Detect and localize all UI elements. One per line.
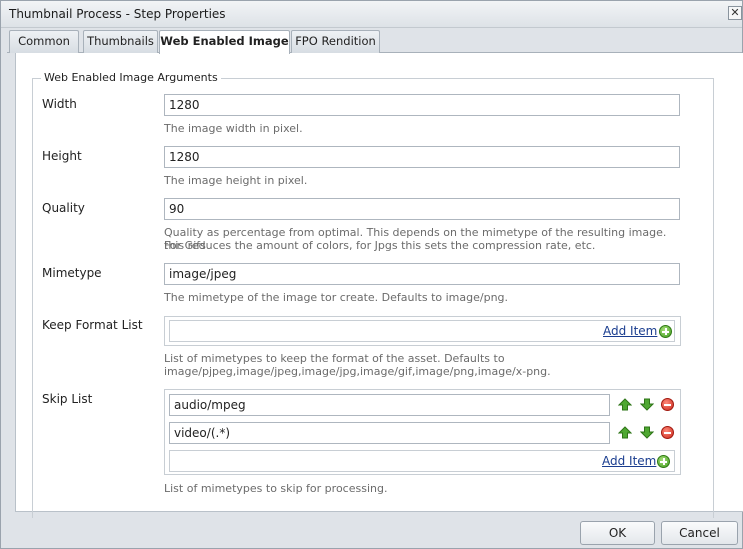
- skip-list-label: Skip List: [42, 392, 93, 406]
- move-up-icon[interactable]: [618, 398, 632, 411]
- remove-item-icon[interactable]: [661, 398, 674, 411]
- keep-format-add-item-link[interactable]: Add Item: [603, 324, 657, 338]
- cancel-button[interactable]: Cancel: [661, 521, 738, 545]
- tab-web-enabled-image[interactable]: Web Enabled Image: [159, 30, 290, 54]
- tab-strip: Common Thumbnails Web Enabled Image FPO …: [7, 29, 742, 54]
- width-field[interactable]: [164, 94, 680, 116]
- tab-common[interactable]: Common: [9, 30, 79, 53]
- quality-label: Quality: [42, 201, 85, 215]
- quality-field[interactable]: [164, 198, 680, 220]
- move-down-icon[interactable]: [640, 398, 654, 411]
- title-bar: Thumbnail Process - Step Properties ✕: [1, 1, 742, 28]
- tab-fpo-rendition[interactable]: FPO Rendition: [291, 30, 380, 53]
- skip-list-item[interactable]: [169, 422, 610, 444]
- skip-list-add-row: [169, 450, 675, 472]
- tab-thumbnails[interactable]: Thumbnails: [83, 30, 158, 53]
- mimetype-field[interactable]: [164, 263, 680, 285]
- keep-format-hint-line1: List of mimetypes to keep the format of …: [164, 352, 505, 365]
- skip-list-item[interactable]: [169, 394, 610, 416]
- move-up-icon[interactable]: [618, 426, 632, 439]
- close-icon[interactable]: ✕: [728, 6, 742, 20]
- fieldset-legend: Web Enabled Image Arguments: [41, 71, 221, 84]
- skip-list: Add Item: [164, 389, 681, 475]
- width-hint: The image width in pixel.: [164, 122, 303, 135]
- height-field[interactable]: [164, 146, 680, 168]
- mimetype-hint: The mimetype of the image tor create. De…: [164, 291, 509, 304]
- ok-button[interactable]: OK: [580, 521, 655, 545]
- keep-format-hint-line2: image/pjpeg,image/jpeg,image/jpg,image/g…: [164, 365, 551, 378]
- add-item-icon[interactable]: [657, 455, 670, 468]
- remove-item-icon[interactable]: [661, 426, 674, 439]
- add-item-icon[interactable]: [659, 325, 672, 338]
- keep-format-list: Add Item: [164, 316, 681, 346]
- move-down-icon[interactable]: [640, 426, 654, 439]
- mimetype-label: Mimetype: [42, 266, 102, 280]
- quality-hint-line2: this reduces the amount of colors, for J…: [164, 239, 596, 252]
- keep-format-list-label: Keep Format List: [42, 318, 143, 332]
- skip-list-hint: List of mimetypes to skip for processing…: [164, 482, 388, 495]
- height-hint: The image height in pixel.: [164, 174, 308, 187]
- width-label: Width: [42, 97, 77, 111]
- keep-format-add-row: [169, 320, 675, 342]
- skip-list-add-item-link[interactable]: Add Item: [602, 454, 656, 468]
- dialog-title: Thumbnail Process - Step Properties: [9, 7, 226, 21]
- step-properties-dialog: Thumbnail Process - Step Properties ✕ Co…: [0, 0, 743, 549]
- height-label: Height: [42, 149, 82, 163]
- tab-panel: Web Enabled Image Arguments Width The im…: [15, 53, 743, 518]
